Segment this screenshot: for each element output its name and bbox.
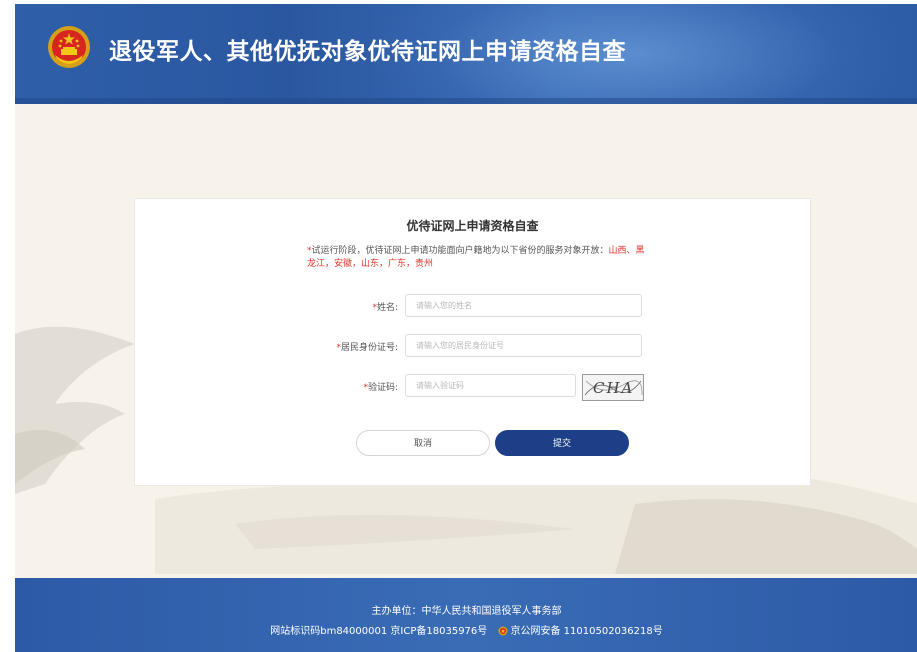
notice-body: 试运行阶段，优待证网上申请功能面向户籍地为以下省份的服务对象开放：	[311, 246, 609, 256]
footer-sponsor: 主办单位：中华人民共和国退役军人事务部	[371, 606, 562, 617]
id-number-row: *居民身份证号:	[135, 334, 810, 358]
national-emblem-icon	[48, 26, 90, 68]
site-title: 退役军人、其他优抚对象优待证网上申请资格自查	[109, 39, 626, 65]
name-row: *姓名:	[135, 294, 810, 318]
captcha-row: *验证码:	[135, 374, 810, 398]
self-check-form-card: 优待证网上申请资格自查 *试运行阶段，优待证网上申请功能面向户籍地为以下省份的服…	[134, 198, 811, 486]
footer: 主办单位：中华人民共和国退役军人事务部 网站标识码bm84000001 京ICP…	[15, 578, 917, 652]
captcha-text: CHA	[593, 379, 634, 397]
name-label-text: 姓名:	[376, 303, 398, 313]
police-record-link[interactable]: 京公网安备 11010502036218号	[510, 626, 662, 637]
page: 退役军人、其他优抚对象优待证网上申请资格自查 优待证网上申请资格自查 *试运行阶…	[15, 4, 917, 652]
captcha-image[interactable]: CHA	[582, 374, 644, 401]
name-label: *姓名:	[135, 300, 398, 313]
captcha-input[interactable]	[405, 374, 576, 397]
site-id: 网站标识码bm84000001	[270, 626, 388, 637]
police-badge-icon	[498, 626, 508, 636]
submit-button[interactable]: 提交	[495, 430, 629, 456]
cancel-button[interactable]: 取消	[356, 430, 490, 456]
id-number-label: *居民身份证号:	[135, 340, 398, 353]
notice-text: *试运行阶段，优待证网上申请功能面向户籍地为以下省份的服务对象开放：山西、黑龙江…	[307, 245, 647, 271]
captcha-label-text: 验证码:	[367, 383, 398, 393]
header-banner: 退役军人、其他优抚对象优待证网上申请资格自查	[15, 4, 917, 104]
icp-record-link[interactable]: 京ICP备18035976号	[390, 626, 487, 637]
form-title: 优待证网上申请资格自查	[406, 219, 539, 233]
header-bottom-band	[15, 98, 917, 104]
captcha-label: *验证码:	[135, 380, 398, 393]
id-number-input[interactable]	[405, 334, 642, 357]
name-input[interactable]	[405, 294, 642, 317]
footer-records: 网站标识码bm84000001 京ICP备18035976号 京公网安备 110…	[15, 622, 917, 637]
captcha-noise: CHA	[584, 379, 643, 397]
id-number-label-text: 居民身份证号:	[340, 343, 398, 353]
